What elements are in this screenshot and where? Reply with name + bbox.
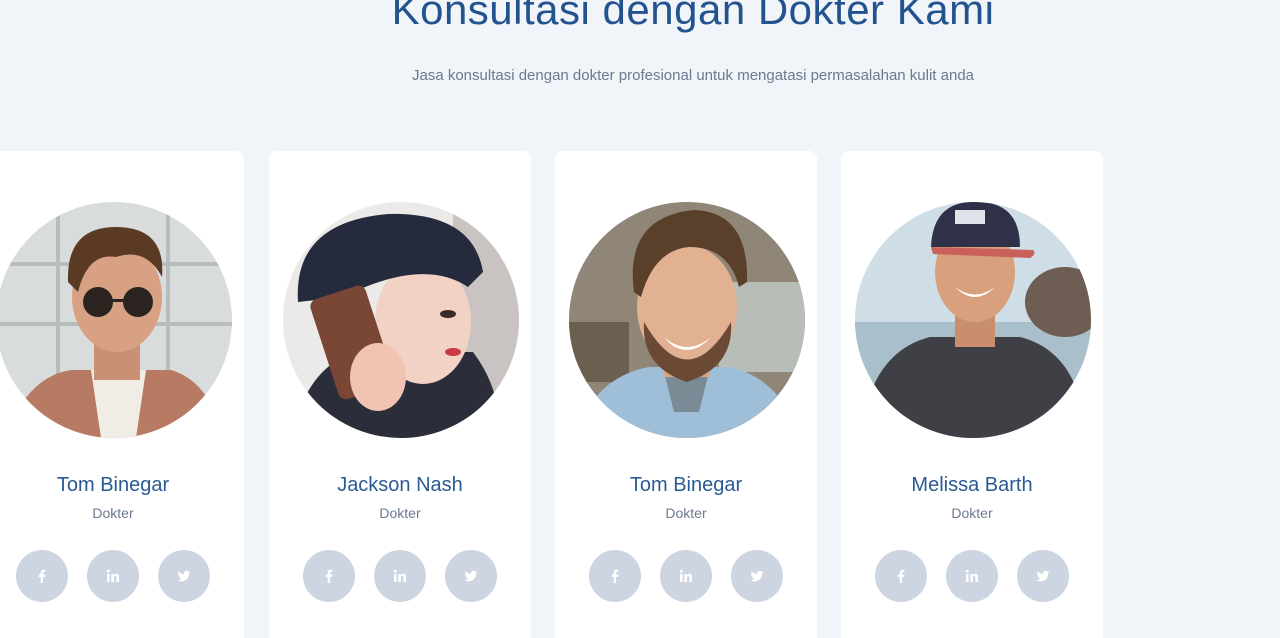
section-title: Konsultasi dengan Dokter Kami <box>391 0 995 33</box>
doctor-photo <box>855 202 1091 438</box>
linkedin-icon <box>965 569 978 582</box>
linkedin-icon <box>106 569 119 582</box>
linkedin-icon <box>679 569 692 582</box>
social-links <box>269 550 531 602</box>
twitter-icon <box>177 570 191 582</box>
twitter-button[interactable] <box>158 550 210 602</box>
facebook-button[interactable] <box>875 550 927 602</box>
twitter-button[interactable] <box>1017 550 1069 602</box>
linkedin-button[interactable] <box>946 550 998 602</box>
doctor-role: Dokter <box>951 505 993 521</box>
social-links <box>555 550 817 602</box>
linkedin-button[interactable] <box>87 550 139 602</box>
doctor-card: Jackson Nash Dokter <box>269 151 531 638</box>
facebook-button[interactable] <box>589 550 641 602</box>
social-links <box>0 550 244 602</box>
doctor-name: Melissa Barth <box>911 474 1033 496</box>
linkedin-button[interactable] <box>660 550 712 602</box>
section-subtitle: Jasa konsultasi dengan dokter profesiona… <box>411 67 975 84</box>
social-links <box>841 550 1103 602</box>
doctor-card-list: Tom Binegar Dokter Jackson Nash Dokter T… <box>0 151 1280 638</box>
doctor-card: Tom Binegar Dokter <box>0 151 244 638</box>
doctor-card: Tom Binegar Dokter <box>555 151 817 638</box>
doctor-name: Tom Binegar <box>56 474 170 496</box>
twitter-icon <box>1036 570 1050 582</box>
facebook-icon <box>897 569 905 583</box>
doctor-photo <box>569 202 805 438</box>
doctor-role: Dokter <box>379 505 421 521</box>
facebook-icon <box>38 569 46 583</box>
twitter-button[interactable] <box>731 550 783 602</box>
linkedin-icon <box>393 569 406 582</box>
twitter-icon <box>464 570 478 582</box>
doctor-photo <box>283 202 519 438</box>
facebook-icon <box>611 569 619 583</box>
doctor-name: Jackson Nash <box>337 474 463 496</box>
doctor-role: Dokter <box>92 505 134 521</box>
facebook-button[interactable] <box>16 550 68 602</box>
doctor-photo <box>0 202 232 438</box>
twitter-icon <box>750 570 764 582</box>
doctor-name: Tom Binegar <box>629 474 743 496</box>
doctor-card: Melissa Barth Dokter <box>841 151 1103 638</box>
facebook-button[interactable] <box>303 550 355 602</box>
doctor-role: Dokter <box>665 505 707 521</box>
doctors-section: Konsultasi dengan Dokter Kami Jasa konsu… <box>0 0 1280 638</box>
linkedin-button[interactable] <box>374 550 426 602</box>
facebook-icon <box>325 569 333 583</box>
twitter-button[interactable] <box>445 550 497 602</box>
